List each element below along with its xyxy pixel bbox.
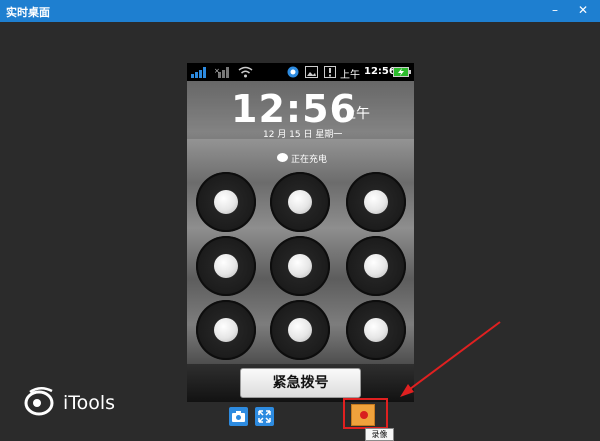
emergency-bar: 紧急拨号 <box>187 364 414 402</box>
pattern-dot-7[interactable] <box>196 300 256 360</box>
pattern-dot-6[interactable] <box>346 236 406 296</box>
pattern-dot-4[interactable] <box>196 236 256 296</box>
pattern-dot-center <box>214 254 238 278</box>
itools-logo-icon <box>24 387 54 416</box>
pattern-dot-center <box>288 190 312 214</box>
signal-icon <box>191 67 206 78</box>
desktop-window: 实时桌面 – ✕ × 上午 12:56 12:56 上午 12 月 15 日 星… <box>0 0 600 441</box>
pattern-dot-center <box>288 318 312 342</box>
pattern-dot-8[interactable] <box>270 300 330 360</box>
lock-time: 12:56 <box>231 87 357 131</box>
close-button[interactable]: ✕ <box>574 2 592 18</box>
itools-status-icon <box>287 66 299 78</box>
pattern-dot-5[interactable] <box>270 236 330 296</box>
lock-date: 12 月 15 日 星期一 <box>263 130 343 140</box>
wifi-icon <box>238 66 253 78</box>
pattern-dot-center <box>288 254 312 278</box>
status-time: 12:56 <box>364 66 396 77</box>
record-button[interactable] <box>351 404 375 426</box>
charging-status: 正在充电 <box>291 155 328 165</box>
annotation-arrow <box>400 321 501 397</box>
svg-text:×: × <box>214 67 220 75</box>
battery-charging-icon <box>393 67 411 77</box>
image-icon <box>305 66 318 78</box>
pattern-dot-center <box>214 318 238 342</box>
screenshot-button[interactable] <box>229 407 248 426</box>
pattern-dot-2[interactable] <box>270 172 330 232</box>
record-tooltip: 录像 <box>365 428 394 441</box>
status-ampm: 上午 <box>340 70 360 81</box>
pattern-dot-3[interactable] <box>346 172 406 232</box>
lock-screen: 12:56 上午 12 月 15 日 星期一 正在充电 <box>187 81 414 364</box>
minimize-button[interactable]: – <box>546 2 564 18</box>
record-icon <box>360 411 368 419</box>
status-bar: × 上午 12:56 <box>187 63 414 81</box>
expand-icon <box>258 410 271 423</box>
alert-icon <box>324 66 336 78</box>
title-bar: 实时桌面 – ✕ <box>0 0 600 22</box>
fullscreen-button[interactable] <box>255 407 274 426</box>
pattern-dot-center <box>214 190 238 214</box>
pattern-dot-1[interactable] <box>196 172 256 232</box>
pattern-dot-center <box>364 190 388 214</box>
pattern-dot-center <box>364 318 388 342</box>
window-title: 实时桌面 <box>6 6 50 19</box>
pattern-dot-9[interactable] <box>346 300 406 360</box>
phone-screen: × 上午 12:56 12:56 上午 12 月 15 日 星期一 正在充电 紧… <box>187 63 414 402</box>
pattern-dot-center <box>364 254 388 278</box>
clock-widget: 12:56 上午 12 月 15 日 星期一 <box>187 81 414 140</box>
signal-off-icon: × <box>214 67 229 78</box>
emergency-call-button[interactable]: 紧急拨号 <box>240 368 361 398</box>
camera-icon <box>232 411 245 422</box>
lock-ampm: 上午 <box>342 106 370 122</box>
brand-name: iTools <box>63 392 116 414</box>
charging-icon <box>277 153 288 162</box>
